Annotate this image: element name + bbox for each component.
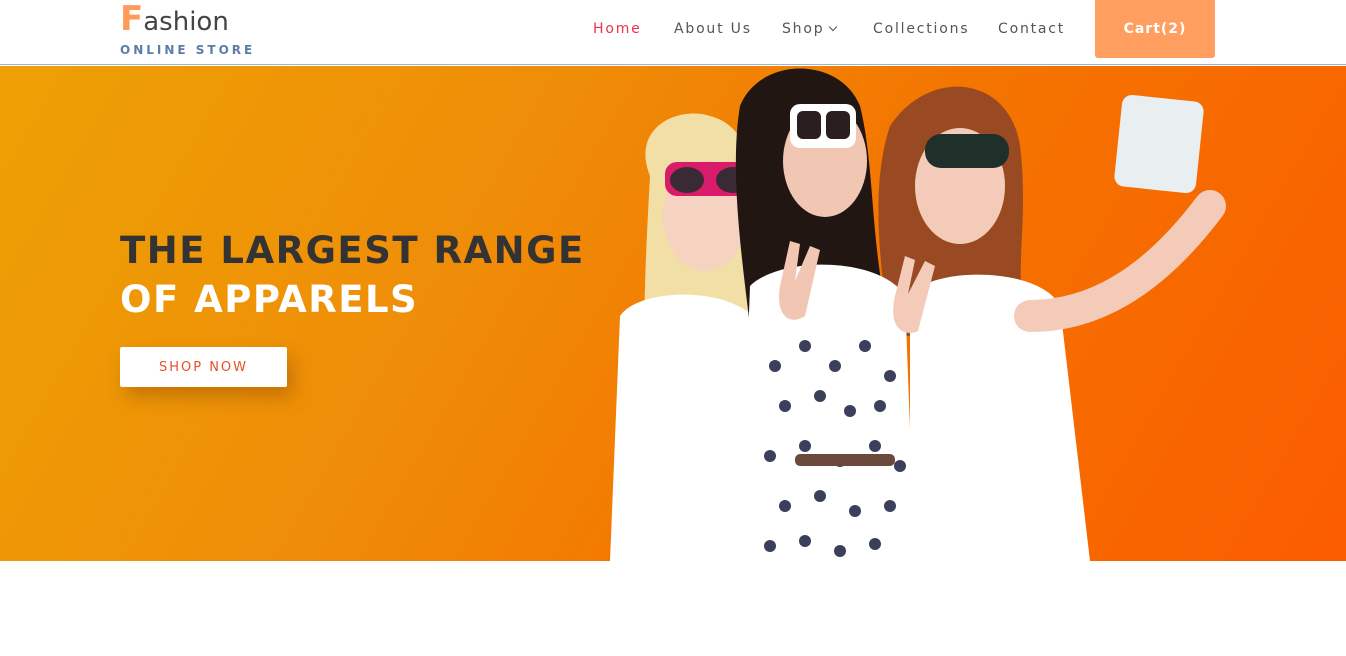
nav-shop-label: Shop — [782, 21, 825, 37]
hero-heading: THE LARGEST RANGE OF APPARELS — [120, 226, 585, 324]
woman-left-dress — [610, 294, 760, 561]
chevron-down-icon — [829, 22, 838, 32]
nav-contact[interactable]: Contact — [998, 21, 1065, 41]
hero-image-women-selfie — [610, 68, 1226, 561]
cart-button[interactable]: Cart(2) — [1095, 0, 1215, 58]
belt — [795, 454, 895, 466]
shop-now-button[interactable]: SHOP NOW — [120, 347, 287, 387]
phone — [1114, 94, 1204, 194]
woman-right-arm — [1014, 190, 1226, 332]
logo-tagline: ONLINE STORE — [120, 43, 256, 57]
hero-heading-line1: THE LARGEST RANGE — [120, 229, 585, 272]
nav-collections[interactable]: Collections — [873, 21, 969, 41]
logo-text: ashion — [143, 7, 229, 37]
logo-initial: F — [120, 0, 144, 39]
logo-wordmark: Fashion — [120, 2, 229, 39]
nav-home[interactable]: Home — [593, 21, 642, 41]
site-header: Fashion ONLINE STORE Home About Us Shop … — [0, 0, 1346, 65]
nav-shop[interactable]: Shop — [782, 21, 838, 41]
nav-about-us[interactable]: About Us — [674, 21, 752, 41]
woman-middle-dress — [740, 264, 915, 561]
hero-heading-line2: OF APPARELS — [120, 278, 419, 321]
site-logo[interactable]: Fashion ONLINE STORE — [120, 0, 260, 62]
hero-banner: THE LARGEST RANGE OF APPARELS SHOP NOW — [0, 66, 1346, 561]
woman-right-sunglasses — [925, 134, 1009, 168]
